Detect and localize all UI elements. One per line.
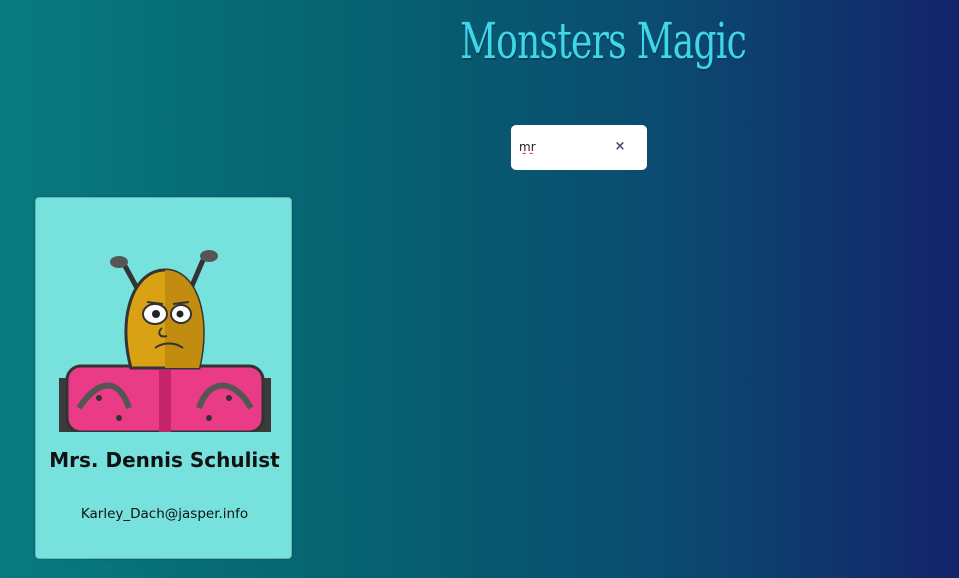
page-title: Monsters Magic (460, 12, 747, 70)
monster-card[interactable]: Mrs. Dennis Schulist Karley_Dach@jasper.… (35, 197, 292, 559)
card-name: Mrs. Dennis Schulist (49, 448, 280, 472)
search-input[interactable] (519, 137, 619, 157)
card-email: Karley_Dach@jasper.info (80, 506, 249, 522)
clear-search-icon[interactable]: × (613, 140, 627, 154)
monster-avatar-image (59, 250, 271, 432)
